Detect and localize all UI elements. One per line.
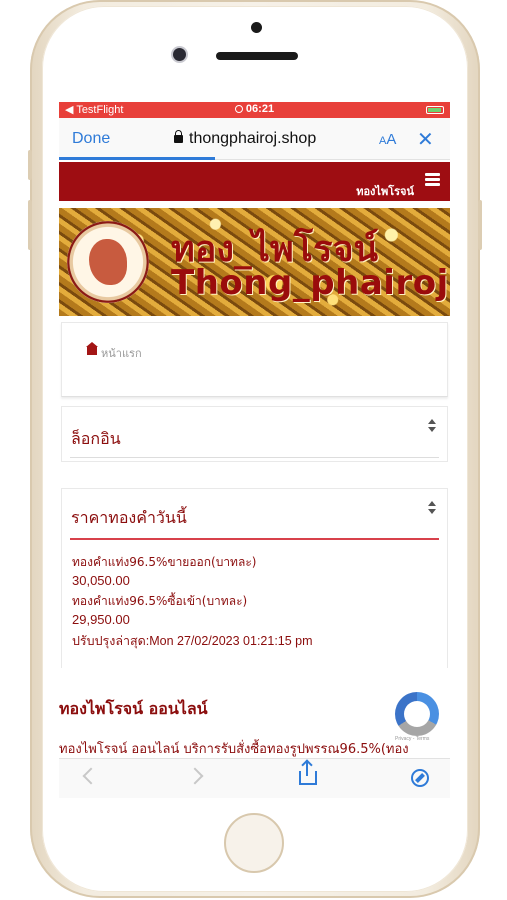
status-time: 06:21	[59, 103, 450, 115]
online-section-text: ทองไพโรจน์ ออนไลน์ บริการรับสั่งซื้อทองร…	[59, 742, 409, 757]
site-banner: ทอง_ไพโรจน์ Thong_phairoj	[59, 208, 450, 316]
forward-icon[interactable]	[186, 767, 204, 785]
browser-toolbar	[59, 758, 450, 798]
phone-screen: ◀ TestFlight 06:21 Done thongphairoj.sho…	[59, 102, 450, 798]
home-button[interactable]	[224, 813, 284, 873]
address-bar[interactable]: thongphairoj.shop	[174, 130, 316, 148]
online-section-title: ทองไพโรจน์ ออนไลน์	[59, 699, 208, 718]
text-size-button[interactable]: AA	[379, 131, 396, 148]
url-text: thongphairoj.shop	[189, 130, 317, 147]
divider	[70, 457, 439, 458]
time-text: 06:21	[245, 103, 275, 115]
proximity-sensor	[251, 22, 262, 33]
menu-icon[interactable]	[425, 173, 440, 186]
buy-price-label: ทองคำแท่ง96.5%ซื้อเข้า(บาทละ)	[72, 594, 248, 608]
side-button	[28, 150, 32, 180]
side-button	[478, 200, 482, 250]
recaptcha-caption: Privacy - Terms	[395, 736, 430, 742]
done-button[interactable]: Done	[72, 130, 110, 148]
site-header: ทองไพโรจน์	[59, 162, 450, 201]
back-icon[interactable]	[82, 767, 100, 785]
clock-icon	[234, 105, 243, 113]
home-icon[interactable]	[86, 342, 98, 355]
browser-navbar: Done thongphairoj.shop AA ✕	[59, 118, 450, 160]
text-size-big: A	[386, 131, 397, 148]
sell-price-label: ทองคำแท่ง96.5%ขายออก(บาทละ)	[72, 555, 257, 569]
sell-price-value: 30,050.00	[72, 573, 130, 588]
buy-price-value: 29,950.00	[72, 612, 130, 627]
site-brand[interactable]: ทองไพโรจน์	[356, 182, 414, 200]
compass-icon[interactable]	[411, 769, 429, 787]
divider	[70, 538, 439, 540]
login-panel[interactable]: ล็อกอิน	[61, 406, 448, 462]
close-icon[interactable]: ✕	[417, 127, 434, 151]
expand-collapse-icon[interactable]	[427, 501, 437, 515]
login-title: ล็อกอิน	[71, 429, 121, 448]
gold-price-title: ราคาทองคำวันนี้	[71, 508, 187, 527]
status-bar: ◀ TestFlight 06:21	[59, 102, 450, 118]
load-progress-bar	[59, 157, 216, 160]
breadcrumb: หน้าแรก	[61, 322, 448, 397]
expand-collapse-icon[interactable]	[427, 419, 437, 433]
last-updated: ปรับปรุงล่าสุด:Mon 27/02/2023 01:21:15 p…	[72, 634, 313, 648]
battery-icon	[426, 106, 444, 114]
breadcrumb-home[interactable]: หน้าแรก	[101, 344, 142, 362]
shop-logo	[67, 221, 149, 303]
front-camera	[173, 48, 186, 61]
earpiece-speaker	[216, 52, 298, 60]
gold-price-panel: ราคาทองคำวันนี้ ทองคำแท่ง96.5%ขายออก(บาท…	[61, 488, 448, 668]
recaptcha-icon[interactable]	[395, 692, 439, 736]
share-icon[interactable]	[299, 762, 317, 785]
side-button	[28, 200, 32, 250]
lock-icon	[174, 130, 183, 143]
banner-title-english: Thong_phairoj	[171, 263, 449, 303]
